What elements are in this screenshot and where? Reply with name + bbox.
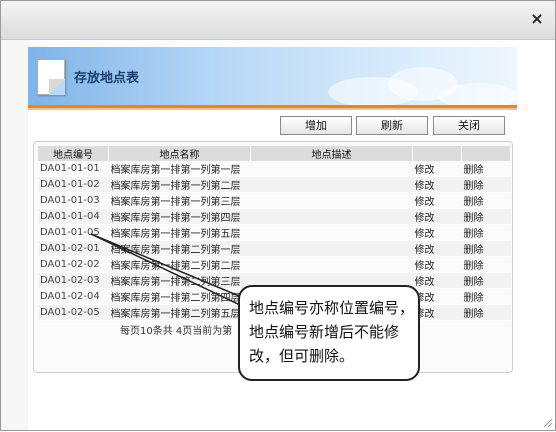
- resize-grip-icon[interactable]: [543, 418, 553, 428]
- annotation-callout-text: 地点编号亦称位置编号，地点编号新增后不能修改，但可删除。: [249, 299, 415, 365]
- dialog-window: × 存放地点表 增加 刷新 关闭 地点编号 地点名称 地点描述 DA01-01-…: [0, 0, 556, 431]
